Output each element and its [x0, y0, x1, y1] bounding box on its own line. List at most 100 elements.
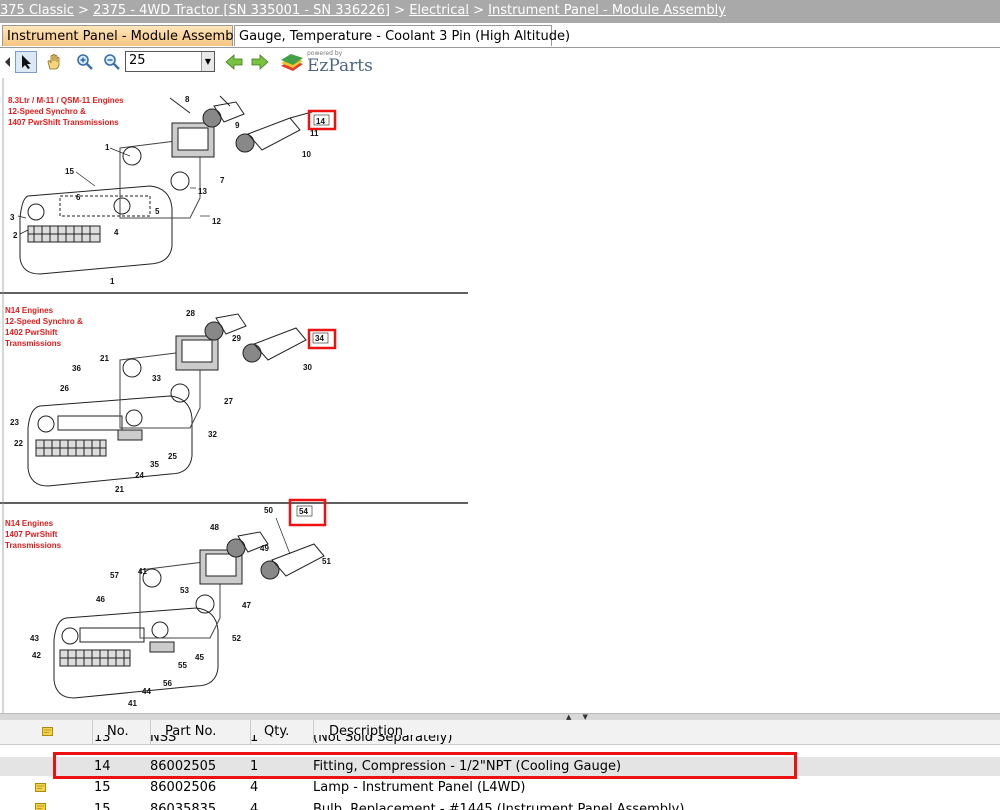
section-1-note: 8.3Ltr / M-11 / QSM-11 Engines: [8, 96, 124, 105]
callout-number[interactable]: 44: [142, 687, 151, 696]
toolbar: 25 ▼ powered by EzParts: [0, 48, 1000, 78]
callout-number[interactable]: 1: [110, 277, 115, 286]
callout-number[interactable]: 1: [105, 143, 110, 152]
forward-arrow-icon[interactable]: [249, 51, 271, 73]
breadcrumb-link-electrical[interactable]: Electrical: [409, 3, 469, 18]
callout-number[interactable]: 45: [195, 653, 204, 662]
callout-number[interactable]: 35: [150, 460, 159, 469]
callout-number[interactable]: 3: [10, 213, 15, 222]
section-1-note: 1407 PwrShift Transmissions: [8, 118, 119, 127]
callout-number[interactable]: 28: [186, 309, 195, 318]
books-icon: [281, 54, 303, 71]
section-1-leaders: [17, 147, 210, 235]
parts-drawing[interactable]: 8.3Ltr / M-11 / QSM-11 Engines 12-Speed …: [0, 78, 470, 713]
section-2-note: Transmissions: [5, 339, 62, 348]
cell-part-no: 86002506: [150, 780, 217, 795]
breadcrumb-link-model[interactable]: 375 Classic: [0, 3, 74, 18]
callout-number[interactable]: 21: [115, 485, 124, 494]
callout-number[interactable]: 27: [224, 397, 233, 406]
selected-row-highlight: [53, 752, 797, 779]
callout-number-highlighted[interactable]: 34: [315, 334, 324, 343]
callout-number[interactable]: 42: [32, 651, 41, 660]
zoom-out-icon[interactable]: [101, 51, 123, 73]
callout-number[interactable]: 30: [303, 363, 312, 372]
table-row[interactable]: 13 NSS 1 (Not Sold Separately): [0, 735, 1000, 749]
chevron-down-icon[interactable]: ▼: [201, 52, 214, 71]
callout-number-highlighted[interactable]: 14: [316, 117, 325, 126]
callout-number[interactable]: 55: [178, 661, 187, 670]
callout-number[interactable]: 52: [232, 634, 241, 643]
callout-number[interactable]: 48: [210, 523, 219, 532]
section-2-note: N14 Engines: [5, 306, 54, 315]
note-icon[interactable]: [35, 803, 46, 810]
section-2-note: 12-Speed Synchro &: [5, 317, 83, 326]
callout-number[interactable]: 6: [76, 193, 81, 202]
callout-number[interactable]: 25: [168, 452, 177, 461]
cell-description: Lamp - Instrument Panel (L4WD): [313, 780, 526, 795]
callout-number[interactable]: 22: [14, 439, 23, 448]
cell-qty: 4: [250, 802, 259, 810]
breadcrumb-separator: >: [473, 3, 484, 18]
section-3-note: N14 Engines: [5, 519, 54, 528]
section-1-note: 12-Speed Synchro &: [8, 107, 86, 116]
callout-number[interactable]: 4: [114, 228, 119, 237]
callout-number[interactable]: 15: [65, 167, 74, 176]
hand-icon[interactable]: [43, 51, 65, 73]
callout-number[interactable]: 5: [155, 207, 160, 216]
cell-qty: 1: [250, 735, 259, 745]
cell-part-no: NSS: [150, 735, 177, 745]
back-arrow-icon[interactable]: [223, 51, 245, 73]
callout-number[interactable]: 33: [152, 374, 161, 383]
zoom-select[interactable]: 25 ▼: [125, 51, 215, 72]
collapse-arrow-icon[interactable]: [2, 51, 14, 73]
callout-number[interactable]: 41: [138, 567, 147, 576]
callout-number[interactable]: 11: [310, 129, 319, 138]
pane-splitter[interactable]: ▲ ▼: [0, 713, 1000, 721]
ezparts-logo: powered by EzParts: [279, 50, 374, 76]
callout-number[interactable]: 56: [163, 679, 172, 688]
callout-number[interactable]: 9: [235, 121, 240, 130]
pointer-icon[interactable]: [15, 51, 37, 73]
zoom-value: 25: [129, 53, 146, 68]
callout-number[interactable]: 49: [260, 544, 269, 553]
callout-number[interactable]: 13: [198, 187, 207, 196]
tab-gauge-temperature[interactable]: Gauge, Temperature - Coolant 3 Pin (High…: [234, 25, 570, 46]
breadcrumb-separator: >: [78, 3, 89, 18]
table-row[interactable]: 15 86035835 4 Bulb, Replacement - #1445 …: [0, 798, 1000, 810]
callout-number[interactable]: 43: [30, 634, 39, 643]
callout-number[interactable]: 46: [96, 595, 105, 604]
section-3-note: Transmissions: [5, 541, 62, 550]
callout-number[interactable]: 57: [110, 571, 119, 580]
callout-number-highlighted[interactable]: 54: [299, 507, 308, 516]
breadcrumb-link-instrument-panel[interactable]: Instrument Panel - Module Assembly: [488, 3, 726, 18]
section-3-art: [53, 517, 325, 699]
logo-text: EzParts: [307, 56, 373, 76]
callout-number[interactable]: 47: [242, 601, 251, 610]
table-row[interactable]: 15 86002506 4 Lamp - Instrument Panel (L…: [0, 778, 1000, 797]
callout-number[interactable]: 50: [264, 506, 273, 515]
callout-number[interactable]: 23: [10, 418, 19, 427]
section-2-art: [27, 313, 307, 487]
callout-number[interactable]: 32: [208, 430, 217, 439]
note-icon[interactable]: [35, 783, 46, 792]
callout-number[interactable]: 2: [13, 231, 18, 240]
callout-number[interactable]: 10: [302, 150, 311, 159]
callout-number[interactable]: 7: [220, 176, 225, 185]
callout-number[interactable]: 21: [100, 354, 109, 363]
cell-description: (Not Sold Separately): [313, 735, 453, 745]
callout-number[interactable]: 26: [60, 384, 69, 393]
callout-number[interactable]: 41: [128, 699, 137, 708]
callout-number[interactable]: 53: [180, 586, 189, 595]
callout-number[interactable]: 24: [135, 471, 144, 480]
cell-description: Bulb, Replacement - #1445 (Instrument Pa…: [313, 802, 685, 810]
zoom-in-icon[interactable]: [74, 51, 96, 73]
callout-number[interactable]: 8: [185, 95, 190, 104]
callout-number[interactable]: 36: [72, 364, 81, 373]
tab-instrument-panel[interactable]: Instrument Panel - Module Assembly: [2, 25, 245, 46]
callout-number[interactable]: 12: [212, 217, 221, 226]
callout-number[interactable]: 51: [322, 557, 331, 566]
callout-number[interactable]: 29: [232, 334, 241, 343]
section-2-note: 1402 PwrShift: [5, 328, 58, 337]
cell-no: 15: [94, 802, 111, 810]
breadcrumb-link-tractor[interactable]: 2375 - 4WD Tractor [SN 335001 - SN 33622…: [93, 3, 390, 18]
